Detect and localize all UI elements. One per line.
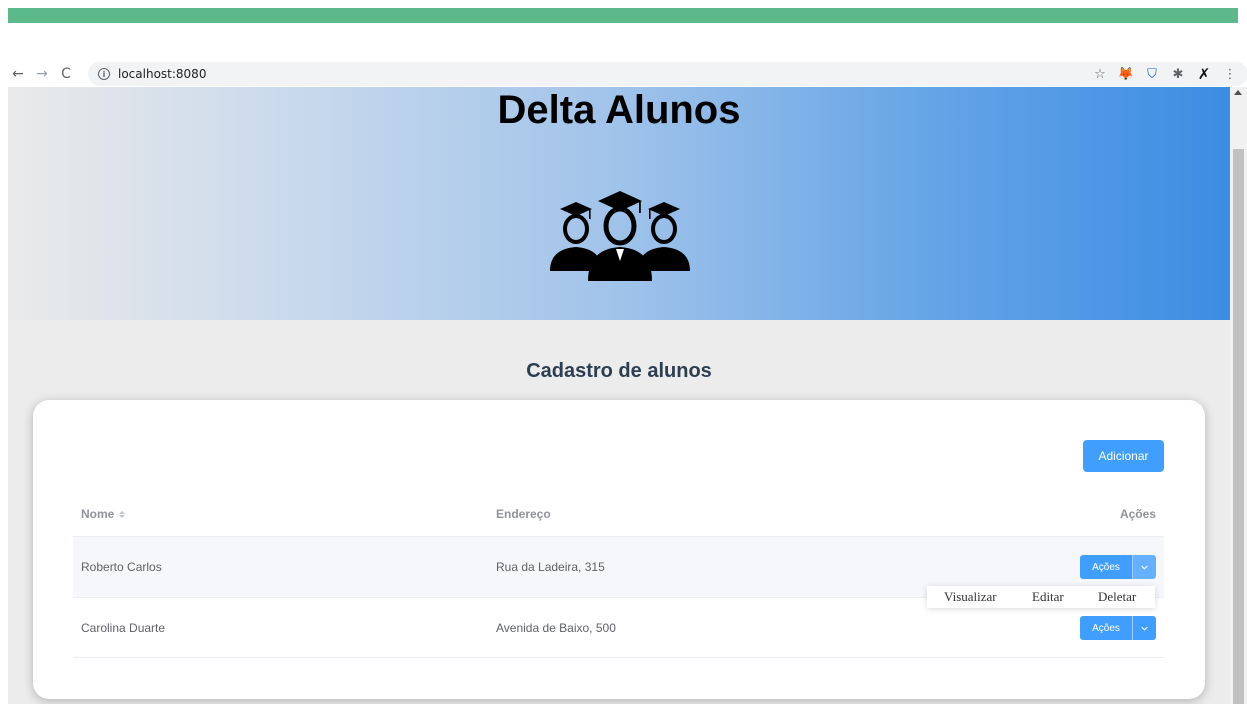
add-button[interactable]: Adicionar (1083, 440, 1164, 472)
section-title: Cadastro de alunos (526, 360, 712, 382)
actions-split-button: Ações (1080, 555, 1156, 579)
cell-name: Roberto Carlos (81, 560, 162, 574)
info-icon[interactable]: i (98, 68, 110, 80)
actions-button[interactable]: Ações (1080, 555, 1133, 579)
column-header-endereco: Endereço (496, 507, 551, 521)
chevron-down-icon[interactable] (1133, 555, 1156, 579)
scroll-up-icon[interactable] (1234, 90, 1242, 95)
students-table: Nome Endereço Ações Roberto Carlos Rua d… (73, 494, 1164, 658)
column-header-label: Nome (81, 507, 115, 521)
column-header-nome[interactable]: Nome (81, 507, 126, 521)
puzzle-icon[interactable]: ✱ (1170, 66, 1186, 82)
table-header: Nome Endereço Ações (73, 494, 1164, 536)
menu-item-visualizar[interactable]: Visualizar (944, 589, 997, 605)
actions-dropdown-menu: Visualizar Editar Deletar (927, 586, 1155, 608)
hero-banner: Delta Alunos (8, 87, 1230, 320)
actions-split-button: Ações (1080, 616, 1156, 640)
vertical-scrollbar[interactable] (1230, 87, 1247, 704)
top-strip (8, 8, 1238, 23)
sort-icon[interactable] (119, 510, 126, 518)
menu-icon[interactable]: ⋮ (1222, 66, 1238, 82)
actions-button[interactable]: Ações (1080, 616, 1133, 640)
chevron-down-icon[interactable] (1133, 616, 1156, 640)
reload-icon[interactable]: C (58, 66, 74, 82)
page-viewport: Delta Alunos Cadastro de alunos Adiciona… (8, 87, 1230, 704)
bitwarden-icon[interactable]: ⛉ (1144, 66, 1160, 82)
graduates-icon (550, 191, 690, 281)
cell-name: Carolina Duarte (81, 621, 166, 635)
star-icon[interactable]: ☆ (1092, 66, 1108, 82)
students-card: Adicionar Nome Endereço Ações Roberto Ca… (33, 400, 1205, 699)
column-header-acoes: Ações (1119, 507, 1156, 521)
page-title: Delta Alunos (497, 88, 741, 132)
custom-extension-icon[interactable]: ✗ (1196, 65, 1212, 83)
browser-toolbar: ← → C i localhost:8080 ☆ 🦊 ⛉ ✱ ✗ ⋮ (0, 61, 1247, 87)
cell-address: Rua da Ladeira, 315 (496, 560, 605, 574)
extension-row: ☆ 🦊 ⛉ ✱ ✗ ⋮ (1092, 65, 1238, 83)
menu-item-deletar[interactable]: Deletar (1098, 589, 1136, 605)
back-icon[interactable]: ← (10, 66, 26, 82)
address-bar[interactable]: i localhost:8080 ☆ 🦊 ⛉ ✱ ✗ ⋮ (88, 62, 1247, 86)
url-text[interactable]: localhost:8080 (118, 67, 206, 81)
metamask-icon[interactable]: 🦊 (1118, 66, 1134, 82)
scroll-thumb[interactable] (1233, 149, 1244, 704)
forward-icon[interactable]: → (34, 66, 50, 82)
cell-address: Avenida de Baixo, 500 (496, 621, 616, 635)
menu-item-editar[interactable]: Editar (1032, 589, 1064, 605)
